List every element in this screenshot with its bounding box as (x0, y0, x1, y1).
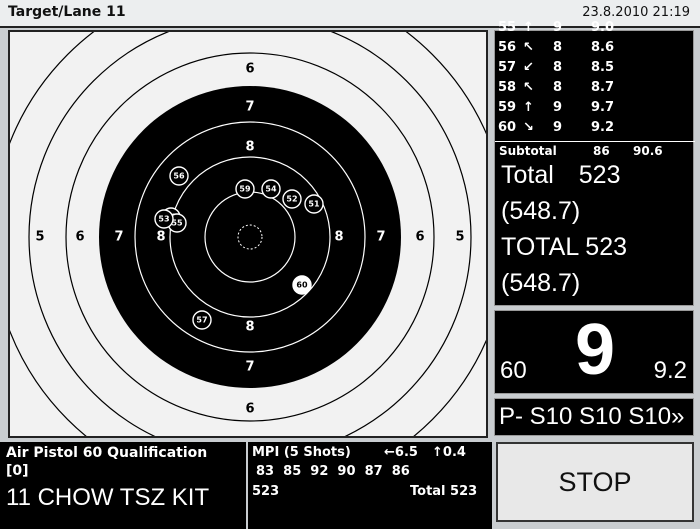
shot-list-panel: 55 ↑ 9 9.0 56 ↖ 8 8.6 57 ↙ 8 8.5 58 ↖ 8 8.7 59 ↑ 9 9.7 6… (494, 20, 695, 306)
ring-number: 5 (455, 230, 464, 245)
shot-row: 60 ↘ 9 9.2 (495, 120, 695, 138)
shot-score: 9 (553, 120, 563, 135)
target-graphic: 5566667777888851525459565855535760 (10, 32, 486, 436)
shot-label: 60 (296, 281, 308, 290)
total-line: Total 523 (501, 161, 620, 190)
series-sum: 523 (252, 484, 280, 499)
shot-label: 53 (158, 215, 169, 224)
shot-row: 58 ↖ 8 8.7 (495, 80, 695, 98)
grand-total-line: TOTAL 523 (501, 233, 627, 262)
shot-number: 58 (498, 80, 517, 95)
subtotal-decimal: 90.6 (633, 144, 663, 158)
shot-decimal: 8.6 (591, 40, 615, 55)
subtotal-label: Subtotal (499, 144, 557, 158)
shot-number: 59 (498, 100, 517, 115)
aiming-black (99, 86, 401, 388)
grand-total-value: 523 (585, 233, 628, 261)
mpi-y-offset: ↑0.4 (432, 445, 466, 460)
ring-number: 8 (334, 230, 343, 245)
grand-total-decimal: (548.7) (501, 269, 581, 297)
ring-number: 6 (245, 402, 254, 417)
shot-score: 8 (553, 40, 563, 55)
series-strip-text: P- S10 S10 S10» (499, 403, 685, 430)
shot-score: 9 (553, 20, 563, 35)
subtotal-row: Subtotal 86 90.6 (495, 141, 695, 160)
shot-row-partial: 55 ↑ 9 9.0 (495, 20, 695, 38)
shooter-name: 11 CHOW TSZ KIT (6, 484, 210, 511)
mpi-panel: MPI (5 Shots) ←6.5 ↑0.4 83 85 92 90 87 8… (248, 442, 492, 529)
ring-number: 7 (245, 100, 254, 115)
shot-label: 52 (286, 195, 297, 204)
shot-direction-icon: ↖ (523, 80, 534, 95)
ring-number: 8 (156, 230, 165, 245)
shot-score: 8 (553, 80, 563, 95)
current-shot-decimal: 9.2 (653, 357, 687, 384)
ring-number: 7 (376, 230, 385, 245)
mpi-title: MPI (5 Shots) (252, 445, 351, 460)
ring-number: 8 (245, 320, 254, 335)
shot-number: 60 (498, 120, 517, 135)
shot-direction-icon: ↙ (523, 60, 534, 75)
shot-decimal: 9.7 (591, 100, 615, 115)
shot-row: 56 ↖ 8 8.6 (495, 40, 695, 58)
ring-number: 5 (35, 230, 44, 245)
stop-button[interactable]: STOP (496, 442, 694, 522)
ring-number: 6 (75, 230, 84, 245)
current-shot-panel: 60 9 9.2 (494, 310, 694, 394)
shot-score: 8 (553, 60, 563, 75)
shot-number: 55 (498, 20, 517, 35)
shot-label: 54 (265, 185, 277, 194)
event-info-panel: Air Pistol 60 Qualification [0] 11 CHOW … (0, 442, 246, 529)
shot-decimal: 8.7 (591, 80, 615, 95)
grand-total-label: TOTAL (501, 233, 579, 261)
ring-number: 6 (415, 230, 424, 245)
ring-number: 8 (245, 140, 254, 155)
shot-decimal: 8.5 (591, 60, 615, 75)
shot-score: 9 (553, 100, 563, 115)
subtotal-score: 86 (593, 144, 610, 158)
total-decimal: (548.7) (501, 197, 581, 225)
shot-direction-icon: ↑ (523, 100, 534, 115)
mpi-x-offset: ←6.5 (384, 445, 418, 460)
ring-number: 7 (114, 230, 123, 245)
shot-label: 59 (239, 185, 251, 194)
shot-number: 57 (498, 60, 517, 75)
shot-label: 51 (308, 200, 320, 209)
shot-direction-icon: ↘ (523, 120, 534, 135)
shot-direction-icon: ↖ (523, 40, 534, 55)
shot-label: 57 (196, 316, 207, 325)
total-value: 523 (578, 161, 621, 189)
shot-row: 57 ↙ 8 8.5 (495, 60, 695, 78)
shot-number: 56 (498, 40, 517, 55)
mpi-total: Total 523 (410, 484, 478, 499)
date-time: 23.8.2010 21:19 (582, 5, 690, 20)
event-code: [0] (6, 463, 29, 479)
shot-row: 59 ↑ 9 9.7 (495, 100, 695, 118)
event-name: Air Pistol 60 Qualification (6, 445, 208, 461)
lane-title: Target/Lane 11 (8, 4, 126, 20)
shot-direction-icon: ↑ (523, 20, 534, 35)
total-label: Total (501, 161, 554, 189)
series-scores: 83 85 92 90 87 86 (256, 464, 410, 479)
ring-number: 7 (245, 360, 254, 375)
shot-decimal: 9.0 (591, 20, 615, 35)
target-view[interactable]: 5566667777888851525459565855535760 (8, 30, 488, 438)
series-strip[interactable]: P- S10 S10 S10» (494, 398, 694, 436)
shot-label: 56 (173, 172, 185, 181)
shot-decimal: 9.2 (591, 120, 615, 135)
ring-number: 6 (245, 62, 254, 77)
